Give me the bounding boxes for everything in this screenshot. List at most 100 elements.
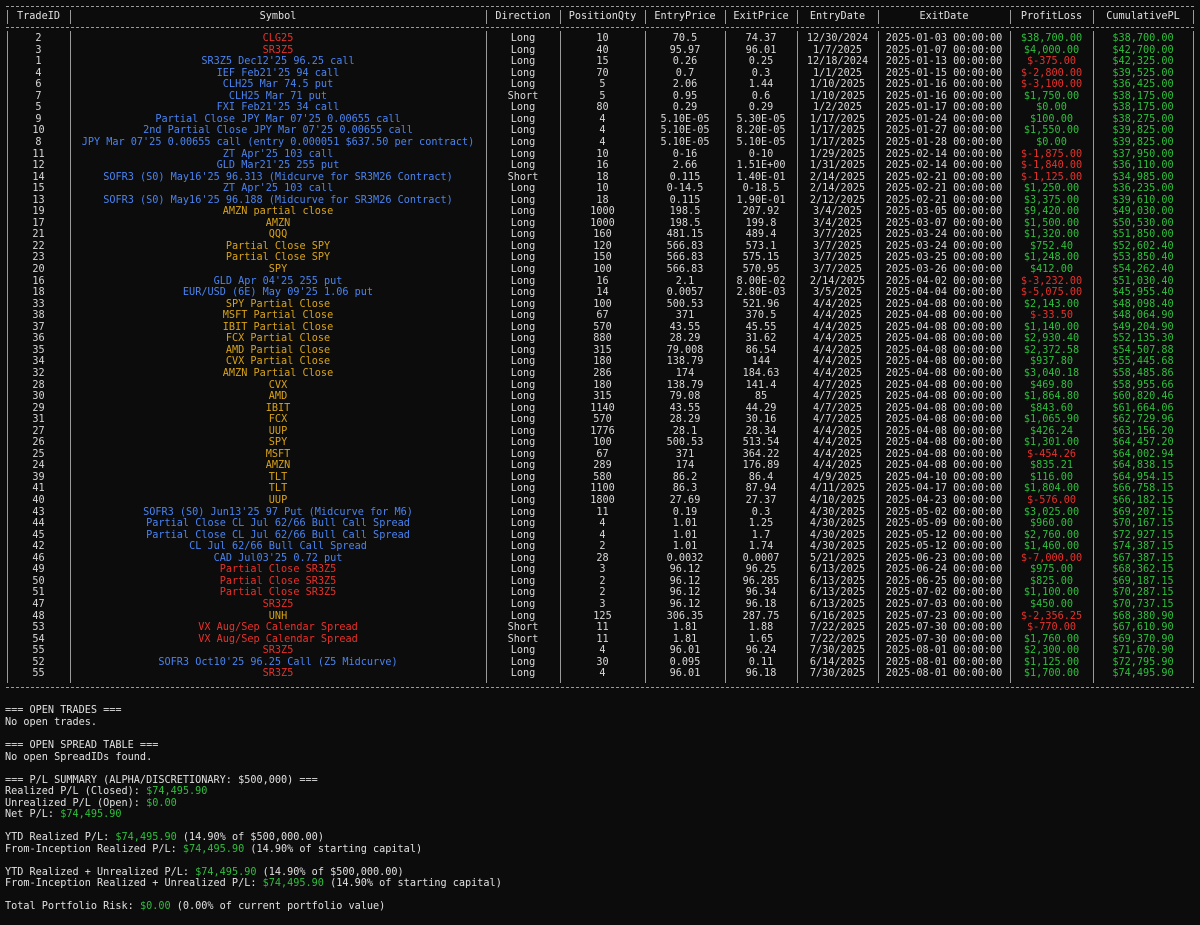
table-row: 7 CLH25 Mar 71 put Short 5 0.95 0.6 1/10/2025 2…: [0, 91, 1200, 103]
direction-cell: Long: [510, 471, 536, 483]
entry-price-cell: 43.55: [669, 402, 701, 414]
direction-cell: Long: [510, 668, 536, 680]
entry-date-cell: 3/5/2025: [812, 287, 863, 299]
direction-cell: Long: [510, 379, 536, 391]
symbol-cell: Partial Close SR3Z5: [219, 587, 337, 599]
exit-date-cell: 2025-01-03 00:00:00: [885, 33, 1003, 44]
position-qty-cell: 160: [593, 229, 612, 241]
entry-date-cell: 4/7/2025: [812, 379, 863, 391]
cumulative-pl-cell: $67,387.15: [1112, 552, 1174, 564]
entry-price-cell: 0.0032: [666, 552, 704, 564]
exit-date-cell: 2025-01-17 00:00:00: [885, 102, 1003, 114]
direction-cell: Long: [510, 414, 536, 426]
exit-price-cell: 8.00E-02: [736, 275, 786, 287]
direction-cell: Long: [510, 656, 536, 668]
entry-price-cell: 500.53: [666, 437, 704, 449]
profit-loss-cell: $835.21: [1030, 460, 1073, 472]
exit-date-cell: 2025-04-08 00:00:00: [885, 414, 1003, 426]
table-row: 43 SOFR3 (S0) Jun13'25 97 Put (Midcurve f…: [0, 507, 1200, 519]
cumulative-pl-cell: $42,325.00: [1112, 56, 1174, 68]
entry-date-cell: 12/18/2024: [806, 56, 869, 68]
position-qty-cell: 100: [593, 264, 612, 275]
table-row: 48 UNH Long 125 306.35 287.75 6/16/2025 2025-07…: [0, 611, 1200, 623]
entry-price-cell: 0-14.5: [666, 183, 704, 195]
exit-price-cell: 44.29: [745, 402, 777, 414]
position-qty-cell: 880: [593, 333, 612, 345]
table-row: 23 Partial Close SPY Long 150 566.83 575.15 3/…: [0, 252, 1200, 264]
entry-date-cell: 4/4/2025: [812, 425, 863, 437]
table-rule: [6, 6, 1194, 7]
entry-date-cell: 6/14/2025: [809, 656, 866, 668]
table-row: 41 TLT Long 1100 86.3 87.94 4/11/2025 2025-04-1…: [0, 483, 1200, 495]
trade-id-cell: 10: [32, 125, 45, 137]
direction-cell: Long: [510, 587, 536, 599]
fi2-label: From-Inception Realized + Unrealized P/L…: [5, 878, 263, 889]
table-row: 45 Partial Close CL Jul 62/66 Bull Call S…: [0, 530, 1200, 542]
exit-price-cell: 30.16: [745, 414, 777, 426]
symbol-cell: AMZN: [265, 217, 291, 229]
profit-loss-cell: $843.60: [1030, 402, 1073, 414]
direction-cell: Long: [510, 391, 536, 403]
trade-id-cell: 21: [32, 229, 45, 241]
cumulative-pl-cell: $71,670.90: [1112, 645, 1174, 657]
symbol-cell: MSFT: [265, 448, 291, 460]
exit-price-cell: 85: [754, 391, 768, 403]
position-qty-cell: 3: [599, 564, 606, 576]
symbol-cell: IBIT: [265, 402, 291, 414]
symbol-cell: UUP: [268, 495, 288, 506]
table-row: 30 AMD Long 315 79.08 85 4/7/2025 2025-04-08 00…: [0, 391, 1200, 403]
exit-price-cell: 0.6: [751, 90, 771, 102]
symbol-cell: SOFR3 (S0) May16'25 96.188 (Midcurve for…: [103, 194, 453, 206]
trade-id-cell: 13: [32, 194, 45, 206]
exit-date-cell: 2025-04-08 00:00:00: [885, 437, 1003, 449]
exit-price-cell: 1.7: [751, 529, 771, 541]
entry-date-cell: 4/4/2025: [812, 310, 863, 322]
position-qty-cell: 10: [596, 183, 609, 195]
exit-price-cell: 0-18.5: [742, 183, 780, 195]
entry-price-cell: 1.81: [672, 633, 698, 645]
table-row: 15 ZT Apr'25 103 call Long 10 0-14.5 0-18.5 2/…: [0, 183, 1200, 195]
exit-date-cell: 2025-04-10 00:00:00: [885, 471, 1003, 483]
symbol-cell: UNH: [268, 610, 288, 622]
entry-price-cell: 566.83: [666, 252, 704, 264]
profit-loss-cell: $4,000.00: [1023, 44, 1080, 56]
table-row: 44 Partial Close CL Jul 62/66 Bull Call S…: [0, 518, 1200, 530]
table-row: 27 UUP Long 1776 28.1 28.34 4/4/2025 2025-04-08…: [0, 426, 1200, 438]
exit-date-cell: 2025-04-08 00:00:00: [885, 310, 1003, 322]
cumulative-pl-cell: $58,955.66: [1112, 379, 1174, 391]
entry-date-cell: 1/17/2025: [809, 136, 866, 148]
entry-date-cell: 7/30/2025: [809, 645, 866, 657]
exit-price-cell: 86.54: [745, 344, 777, 356]
table-row: 39 TLT Long 580 86.2 86.4 4/9/2025 2025-04-10 0…: [0, 472, 1200, 484]
direction-cell: Long: [510, 206, 536, 218]
cumulative-pl-cell: $55,445.68: [1112, 356, 1174, 368]
cumulative-pl-cell: $39,525.00: [1112, 67, 1174, 79]
symbol-cell: AMZN partial close: [222, 206, 334, 218]
cumulative-pl-cell: $58,485.86: [1112, 367, 1174, 379]
table-row: 14 SOFR3 (S0) May16'25 96.313 (Midcurve f…: [0, 172, 1200, 184]
entry-price-cell: 2.66: [672, 160, 698, 172]
trade-id-cell: 35: [32, 344, 45, 356]
entry-price-cell: 481.15: [666, 229, 704, 241]
cumulative-pl-cell: $45,955.40: [1112, 287, 1174, 299]
symbol-cell: FXI Feb21'25 34 call: [216, 102, 340, 114]
direction-cell: Long: [510, 44, 536, 56]
cumulative-pl-cell: $64,954.15: [1112, 471, 1174, 483]
direction-cell: Long: [510, 264, 536, 275]
table-row: 22 Partial Close SPY Long 120 566.83 573.1 3/7…: [0, 241, 1200, 253]
position-qty-cell: 30: [596, 656, 609, 668]
entry-date-cell: 4/4/2025: [812, 298, 863, 310]
entry-price-cell: 174: [675, 367, 695, 379]
table-row: 21 QQQ Long 160 481.15 489.4 3/7/2025 2025-03-2…: [0, 229, 1200, 241]
profit-loss-cell: $-375.00: [1026, 56, 1077, 68]
entry-price-cell: 0.29: [672, 102, 698, 114]
trade-id-cell: 36: [32, 333, 45, 345]
exit-price-cell: 96.18: [745, 668, 777, 680]
symbol-cell: VX Aug/Sep Calendar Spread: [198, 622, 358, 634]
trade-id-cell: 22: [32, 240, 45, 252]
cumulative-pl-cell: $51,030.40: [1112, 275, 1174, 287]
cumulative-pl-cell: $63,156.20: [1112, 425, 1174, 437]
exit-date-cell: 2025-04-08 00:00:00: [885, 448, 1003, 460]
symbol-cell: AMZN: [265, 460, 291, 472]
entry-price-cell: 0.7: [675, 67, 695, 79]
